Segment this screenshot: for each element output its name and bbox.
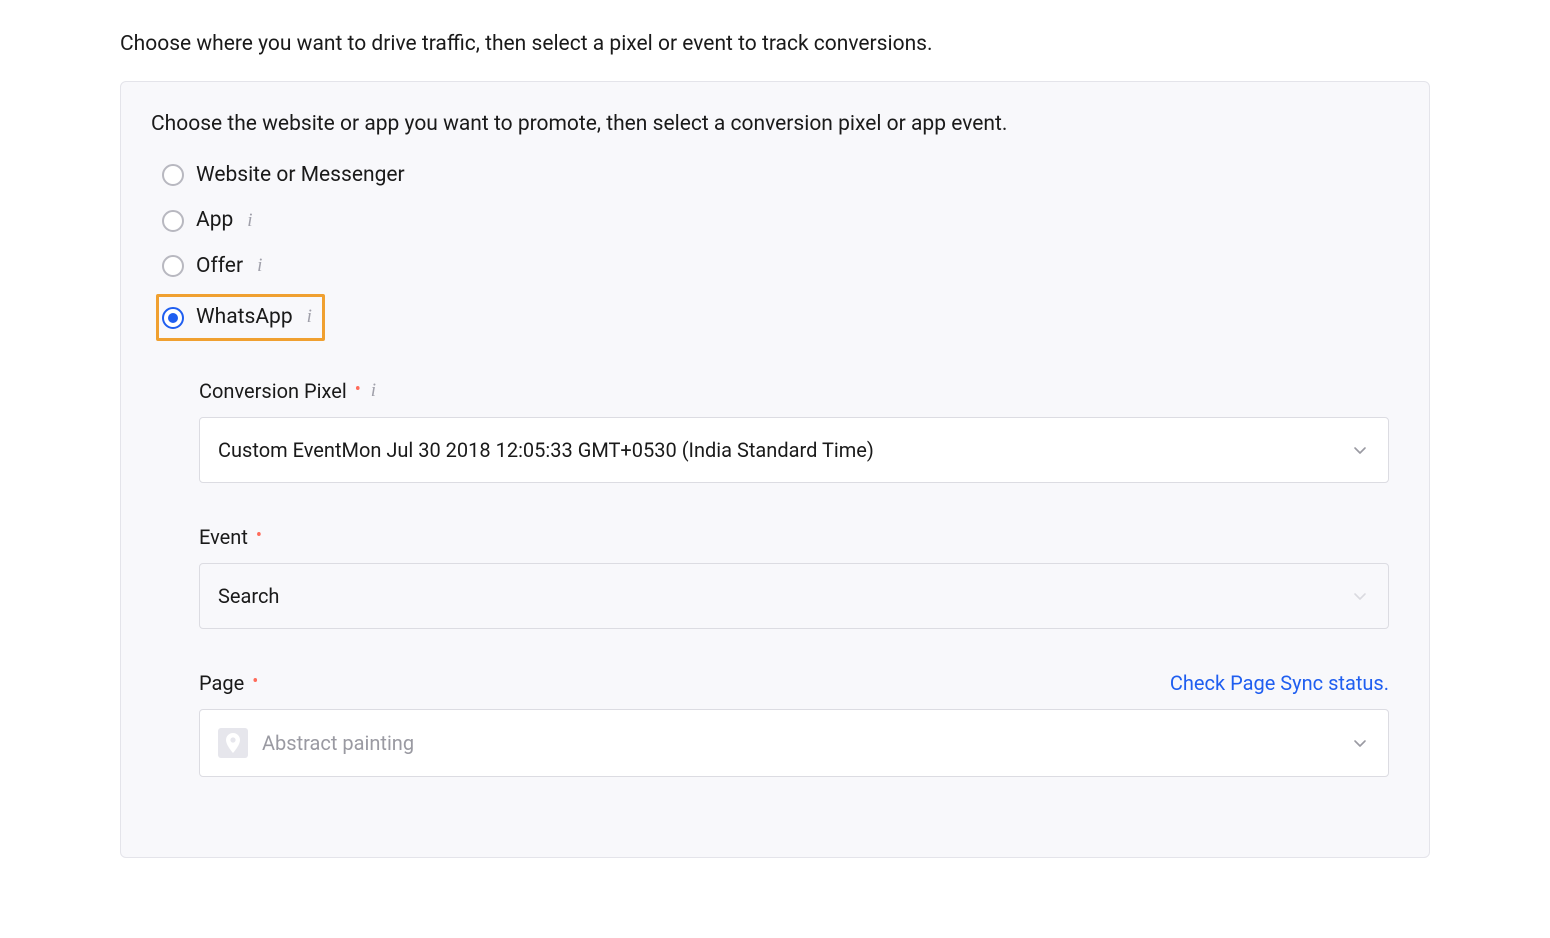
info-icon[interactable]: i — [307, 304, 312, 331]
field-event: Event • Search — [199, 523, 1389, 629]
field-label-conversion-pixel: Conversion Pixel • i — [199, 377, 376, 405]
radio-option-offer[interactable]: Offer i — [159, 249, 268, 284]
select-value: Search — [218, 582, 279, 610]
panel-instruction: Choose the website or app you want to pr… — [151, 110, 1399, 139]
radio-label-offer: Offer — [196, 252, 243, 281]
page-select[interactable]: Abstract painting — [199, 709, 1389, 777]
info-icon[interactable]: i — [247, 208, 252, 235]
field-label-page: Page • — [199, 669, 258, 697]
radio-icon — [162, 210, 184, 232]
radio-dot — [168, 313, 178, 323]
radio-label-whatsapp: WhatsApp — [196, 303, 293, 332]
label-text: Conversion Pixel — [199, 377, 347, 405]
radio-label-website: Website or Messenger — [196, 161, 405, 190]
chevron-down-icon — [1352, 735, 1368, 751]
info-icon[interactable]: i — [371, 378, 376, 405]
select-placeholder: Abstract painting — [262, 729, 414, 757]
select-value: Custom EventMon Jul 30 2018 12:05:33 GMT… — [218, 436, 874, 464]
radio-icon — [162, 164, 184, 186]
label-text: Event — [199, 523, 248, 551]
label-text: Page — [199, 669, 244, 697]
radio-option-website[interactable]: Website or Messenger — [159, 158, 411, 193]
radio-option-whatsapp[interactable]: WhatsApp i — [156, 294, 325, 341]
chevron-down-icon — [1352, 442, 1368, 458]
event-select[interactable]: Search — [199, 563, 1389, 629]
chevron-down-icon — [1352, 588, 1368, 604]
section-header: Choose where you want to drive traffic, … — [120, 30, 1430, 59]
field-page: Page • Check Page Sync status. Abstract … — [199, 669, 1389, 777]
conversion-panel: Choose the website or app you want to pr… — [120, 81, 1430, 858]
radio-icon-selected — [162, 307, 184, 329]
info-icon[interactable]: i — [257, 253, 262, 280]
conversion-pixel-select[interactable]: Custom EventMon Jul 30 2018 12:05:33 GMT… — [199, 417, 1389, 483]
location-pin-icon — [218, 728, 248, 758]
traffic-radio-group: Website or Messenger App i Offer i Whats… — [159, 158, 1399, 342]
form-fields: Conversion Pixel • i Custom EventMon Jul… — [199, 377, 1389, 777]
check-page-sync-link[interactable]: Check Page Sync status. — [1170, 669, 1389, 697]
field-conversion-pixel: Conversion Pixel • i Custom EventMon Jul… — [199, 377, 1389, 483]
field-label-event: Event • — [199, 523, 262, 551]
radio-option-app[interactable]: App i — [159, 203, 259, 238]
radio-label-app: App — [196, 206, 233, 235]
radio-icon — [162, 255, 184, 277]
